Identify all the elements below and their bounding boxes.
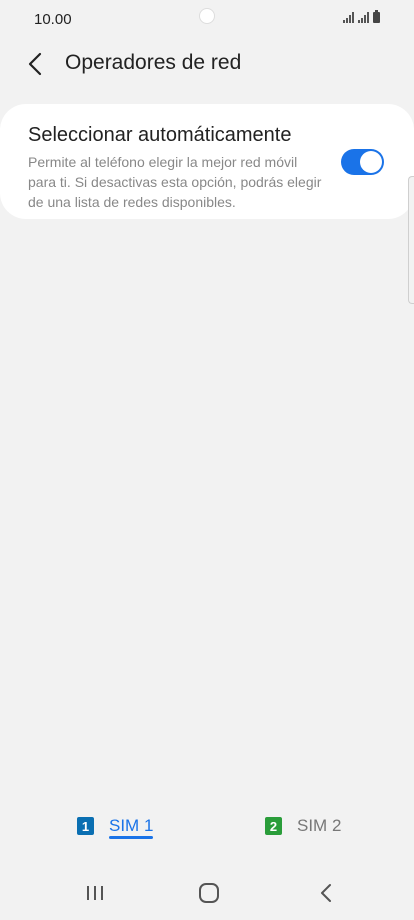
tab-label: SIM 2 bbox=[297, 816, 342, 835]
home-button[interactable] bbox=[194, 880, 224, 906]
toggle-thumb bbox=[360, 151, 382, 173]
edge-panel-handle[interactable] bbox=[408, 176, 414, 304]
signal-icon bbox=[343, 12, 354, 23]
auto-select-toggle[interactable] bbox=[341, 149, 384, 175]
sim-tabs: 1 SIM 1 2 SIM 2 bbox=[0, 810, 414, 842]
status-time: 10.00 bbox=[34, 11, 72, 28]
tab-sim-2[interactable]: 2 SIM 2 bbox=[265, 810, 341, 842]
tab-label: SIM 1 bbox=[109, 816, 154, 835]
status-bar: 10.00 bbox=[0, 0, 414, 38]
navigation-bar bbox=[0, 870, 414, 916]
back-button[interactable] bbox=[22, 50, 50, 78]
camera-cutout bbox=[199, 8, 215, 24]
setting-description: Permite al teléfono elegir la mejor red … bbox=[28, 154, 322, 210]
recent-apps-icon bbox=[87, 886, 103, 900]
signal-icon-sim2 bbox=[358, 12, 369, 23]
status-icons bbox=[343, 10, 380, 23]
sim-2-icon: 2 bbox=[265, 817, 282, 835]
tab-selected-indicator bbox=[109, 836, 153, 839]
chevron-left-icon bbox=[321, 884, 331, 902]
recent-apps-button[interactable] bbox=[80, 880, 110, 906]
sim-1-icon: 1 bbox=[77, 817, 94, 835]
setting-title: Seleccionar automáticamente bbox=[28, 124, 292, 146]
home-icon bbox=[199, 883, 219, 903]
chevron-left-icon bbox=[28, 52, 42, 76]
header: Operadores de red bbox=[0, 42, 414, 86]
battery-icon bbox=[373, 10, 380, 23]
nav-back-button[interactable] bbox=[312, 880, 342, 906]
page-title: Operadores de red bbox=[65, 51, 242, 74]
